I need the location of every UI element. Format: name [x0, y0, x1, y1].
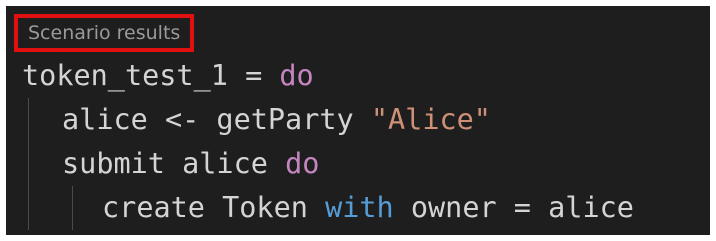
indent-guide [28, 98, 29, 142]
indent-guide [28, 142, 29, 186]
code-editor[interactable]: Scenario results token_test_1 = do alice… [6, 6, 710, 235]
do-keyword: do [285, 147, 320, 180]
function-name: token_test_1 [22, 59, 228, 92]
submit-statement: submit alice [62, 147, 286, 180]
code-line-1: token_test_1 = do [22, 54, 634, 98]
get-party-statement: alice <- getParty [62, 103, 371, 136]
with-keyword: with [325, 191, 394, 224]
code-line-3: submit alice do [22, 142, 634, 186]
code-line-4: create Token with owner = alice [22, 186, 634, 230]
string-literal: "Alice" [370, 103, 491, 136]
indent-guide [28, 186, 29, 230]
create-statement: create Token [102, 191, 326, 224]
assign-operator: = [227, 59, 280, 92]
indent-guide [72, 186, 73, 230]
code-block: token_test_1 = do alice <- getParty "Ali… [22, 54, 634, 230]
do-keyword: do [279, 59, 314, 92]
owner-assignment: owner = alice [393, 191, 634, 224]
code-line-2: alice <- getParty "Alice" [22, 98, 634, 142]
scenario-results-codelens[interactable]: Scenario results [14, 14, 195, 52]
